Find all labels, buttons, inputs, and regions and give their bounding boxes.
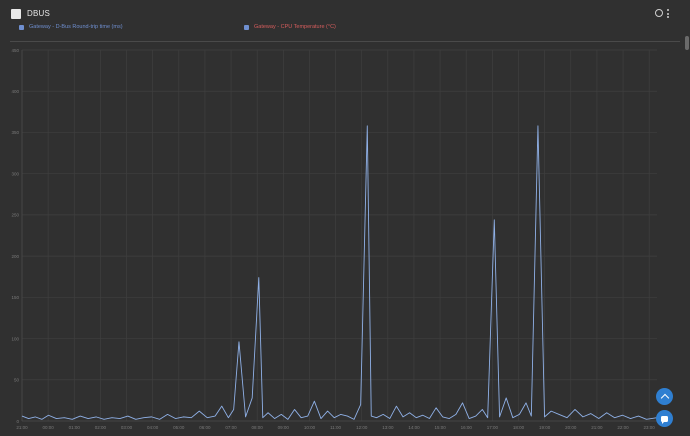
x-tick-label: 20:00 xyxy=(565,425,577,430)
x-tick-label: 17:00 xyxy=(487,425,499,430)
series-line-0 xyxy=(21,125,658,420)
y-tick-label: 0 xyxy=(16,419,19,424)
line-chart: 0 50 100 150 200 250 300 350 400 450 21:00 00:00 01:… xyxy=(11,48,658,430)
x-tick-label: 08:00 xyxy=(252,425,264,430)
x-tick-label: 02:00 xyxy=(95,425,107,430)
x-tick-label: 21:00 xyxy=(16,425,28,430)
x-tick-label: 04:00 xyxy=(147,425,159,430)
y-tick-label: 300 xyxy=(11,171,19,176)
x-tick-label: 06:00 xyxy=(199,425,211,430)
x-tick-label: 01:00 xyxy=(69,425,81,430)
x-tick-label: 12:00 xyxy=(356,425,368,430)
x-tick-label: 18:00 xyxy=(513,425,525,430)
chat-button[interactable] xyxy=(656,410,673,427)
y-tick-label: 450 xyxy=(11,48,19,53)
x-tick-label: 14:00 xyxy=(408,425,420,430)
x-tick-label: 21:00 xyxy=(591,425,603,430)
x-tick-label: 07:00 xyxy=(225,425,237,430)
y-tick-label: 100 xyxy=(11,336,19,341)
x-tick-label: 00:00 xyxy=(42,425,54,430)
y-tick-label: 350 xyxy=(11,130,19,135)
x-tick-label: 15:00 xyxy=(434,425,446,430)
x-tick-label: 11:00 xyxy=(330,425,341,430)
x-tick-label: 13:00 xyxy=(382,425,394,430)
x-tick-label: 03:00 xyxy=(121,425,133,430)
x-tick-label: 22:00 xyxy=(617,425,629,430)
y-tick-label: 200 xyxy=(11,254,19,259)
y-tick-label: 150 xyxy=(11,295,19,300)
x-tick-label: 05:00 xyxy=(173,425,185,430)
y-tick-label: 50 xyxy=(14,378,20,383)
x-tick-label: 23:00 xyxy=(644,425,656,430)
y-tick-label: 400 xyxy=(11,89,19,94)
chat-icon xyxy=(661,415,668,424)
chevron-up-icon xyxy=(660,393,669,402)
x-tick-label: 09:00 xyxy=(278,425,290,430)
x-tick-label: 16:00 xyxy=(461,425,473,430)
y-tick-label: 250 xyxy=(11,213,19,218)
scroll-to-top-button[interactable] xyxy=(656,388,673,405)
x-tick-label: 10:00 xyxy=(304,425,316,430)
x-tick-label: 19:00 xyxy=(539,425,551,430)
